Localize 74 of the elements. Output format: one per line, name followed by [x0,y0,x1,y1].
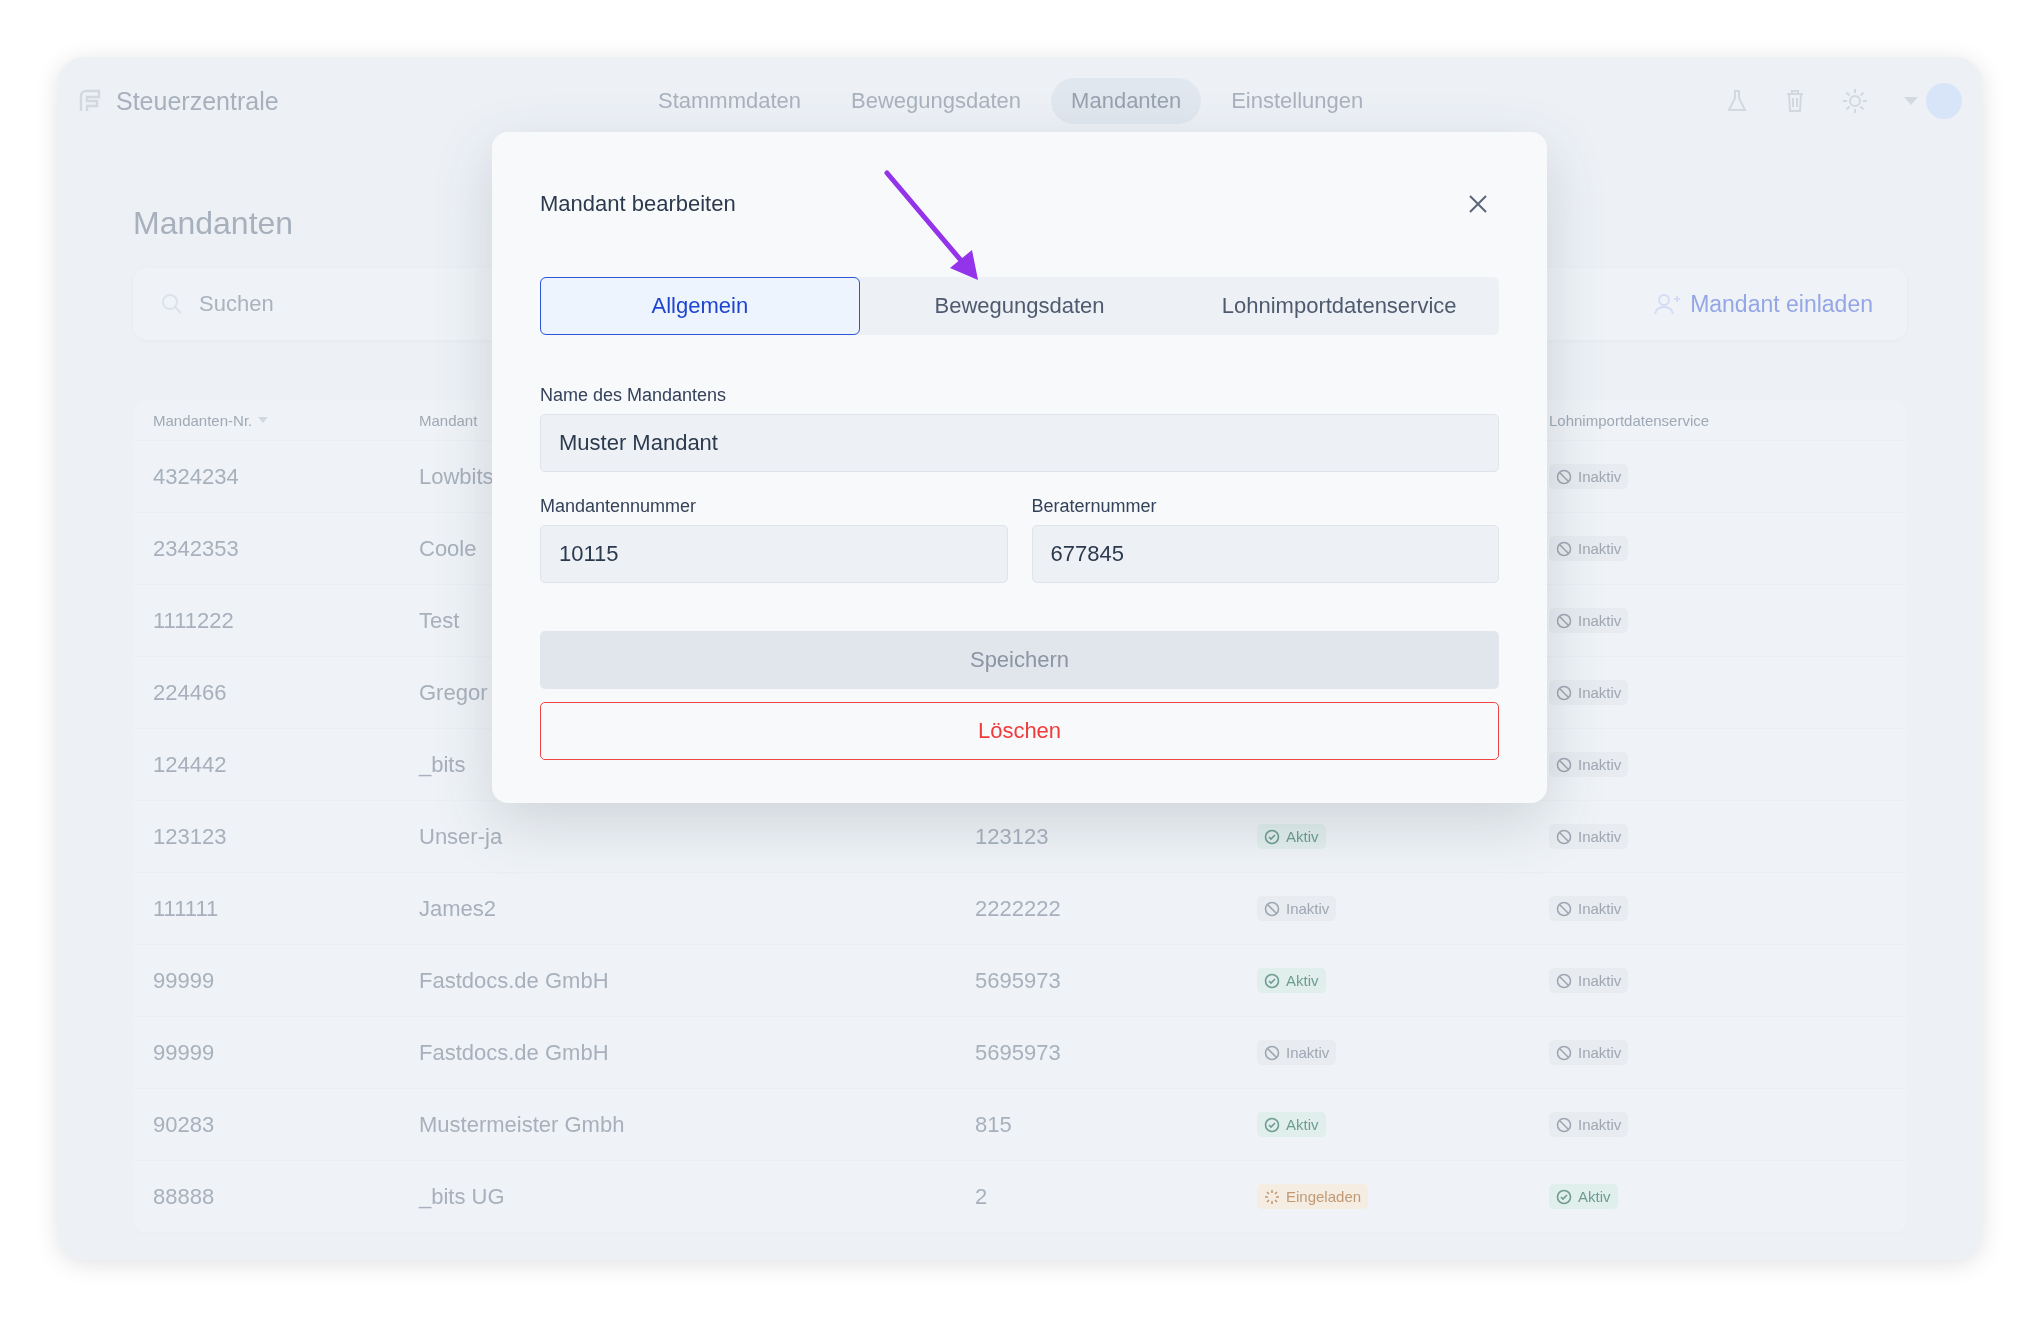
table-cell: 123123 [975,823,1049,850]
status-badge: Aktiv [1257,824,1326,849]
table-cell: Mustermeister Gmbh [419,1111,625,1138]
status-badge: Inaktiv [1549,1112,1629,1137]
table-cell: 4324234 [153,463,239,490]
table-cell: 2222222 [975,895,1061,922]
table-cell: 2 [975,1183,988,1210]
nav-tab[interactable]: Einstellungen [1211,78,1384,124]
status-badge: Inaktiv [1549,608,1629,633]
close-icon[interactable] [1469,195,1487,213]
table-cell: _bits UG [419,1183,505,1210]
sort-icon[interactable] [258,417,269,423]
status-badge: Inaktiv [1257,896,1337,921]
dialog-title: Mandant bearbeiten [540,191,736,217]
table-cell: Coole [419,535,477,562]
status-badge: Aktiv [1549,1184,1618,1209]
page-title: Mandanten [133,205,295,242]
status-badge: Inaktiv [1549,1040,1629,1065]
table-cell: 111111 [153,895,219,922]
status-badge: Inaktiv [1257,1040,1337,1065]
status-badge: Inaktiv [1549,968,1629,993]
status-badge: Inaktiv [1549,680,1629,705]
field-label: Mandantennummer [540,496,698,517]
table-cell: Gregor [419,679,488,706]
search-field[interactable]: Suchen [197,290,501,318]
table-cell: Unser-ja [419,823,503,850]
table-cell: 90283 [153,1111,215,1138]
name-field[interactable]: Muster Mandant [540,414,1499,472]
field-label: Name des Mandantens [540,385,728,406]
advisor-field[interactable]: 677845 [1031,525,1499,583]
dialog-tab[interactable]: Allgemein [540,277,860,335]
table-cell: 1111222 [153,607,234,634]
invite-button[interactable]: Mandant einladen [1648,289,1879,319]
table-cell: 123123 [153,823,227,850]
column-header[interactable]: Lohnimportdatenservice [1549,411,1710,429]
nav-tab[interactable]: Stammmdaten [638,78,822,124]
table-cell: _bits [419,751,466,778]
flask-icon[interactable] [1726,89,1748,113]
table-cell: 99999 [153,967,215,994]
status-badge: Inaktiv [1549,752,1629,777]
column-header[interactable]: Mandant [419,411,478,429]
add-user-icon [1654,293,1681,315]
field-label: Beraternummer [1031,496,1158,517]
nav-tab[interactable]: Bewegungsdaten [831,78,1042,124]
number-field[interactable]: 10115 [540,525,1008,583]
status-badge: Aktiv [1257,1112,1326,1137]
table-cell: 2342353 [153,535,239,562]
table-cell: 99999 [153,1039,215,1066]
table-cell: 5695973 [975,1039,1061,1066]
caret-icon[interactable] [1904,97,1918,105]
status-badge: Inaktiv [1549,464,1629,489]
app-name: Steuerzentrale [116,86,279,116]
sun-icon[interactable] [1842,88,1868,114]
table-cell: 815 [975,1111,1012,1138]
column-header[interactable]: Mandanten-Nr. [153,411,269,429]
table-cell: Test [419,607,460,634]
table-cell: James2 [419,895,497,922]
table-cell: Fastdocs.de GmbH [419,967,609,994]
status-badge: Eingeladen [1257,1184,1369,1209]
status-badge: Inaktiv [1549,896,1629,921]
nav-tab[interactable]: Mandanten [1051,78,1202,124]
status-badge: Inaktiv [1549,824,1629,849]
trash-icon[interactable] [1784,89,1806,113]
table-cell: 88888 [153,1183,215,1210]
status-badge: Inaktiv [1549,536,1629,561]
dialog-tab[interactable]: Bewegungsdaten [859,277,1180,335]
delete-button[interactable]: Löschen [540,702,1499,760]
table-cell: 5695973 [975,967,1061,994]
status-badge: Aktiv [1257,968,1326,993]
dialog-tab[interactable]: Lohnimportdatenservice [1179,277,1499,335]
table-cell: Lowbits [419,463,494,490]
table-cell: 124442 [153,751,227,778]
table-cell: Fastdocs.de GmbH [419,1039,609,1066]
table-cell: 224466 [153,679,227,706]
